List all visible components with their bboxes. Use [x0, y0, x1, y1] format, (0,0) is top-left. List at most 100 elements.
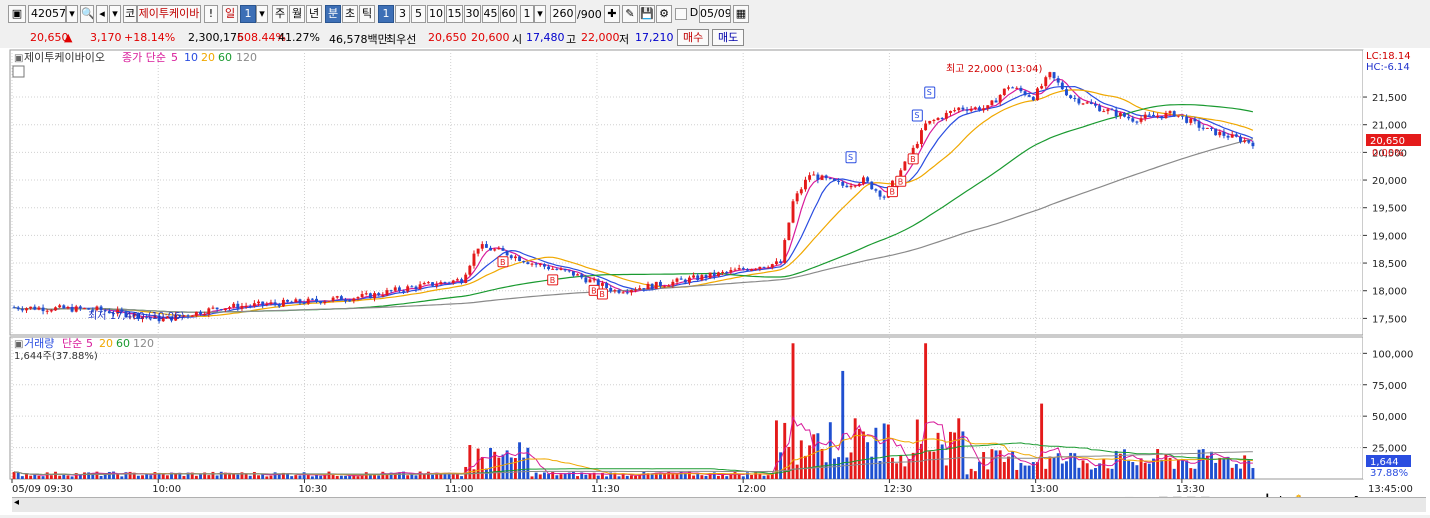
candle-body — [555, 268, 559, 270]
interval-15-button[interactable]: 15 — [446, 5, 463, 23]
volume-bar — [509, 457, 513, 479]
candle-body — [704, 275, 708, 279]
period-tick-button[interactable]: 틱 — [359, 5, 375, 23]
horizontal-scrollbar[interactable]: ◂ — [12, 497, 1426, 512]
volume-bar — [49, 475, 53, 479]
candle-body — [828, 178, 832, 180]
candle-body — [1089, 102, 1093, 104]
candle-body — [1168, 111, 1172, 113]
volume-bar — [1214, 462, 1218, 479]
volume-panel-title: 거래량 — [24, 337, 54, 350]
candle-body — [625, 292, 629, 294]
ma5-label: 5 — [171, 51, 178, 64]
candle-body — [642, 288, 646, 290]
interval-60-button[interactable]: 60 — [500, 5, 517, 23]
candle-body — [803, 179, 807, 190]
candle-body — [1081, 103, 1085, 105]
candle-body — [439, 282, 443, 285]
indicator-icon[interactable]: ✚ — [604, 5, 620, 23]
candle-body — [870, 181, 874, 190]
candle-body — [315, 298, 318, 302]
code-dropdown-icon[interactable]: ▾ — [66, 5, 78, 23]
volume-bar — [1044, 468, 1048, 479]
candle-body — [1044, 77, 1048, 87]
candle-body — [1234, 134, 1238, 137]
volume-bar — [725, 476, 729, 479]
candle-body — [708, 272, 712, 279]
volume-bar — [356, 476, 360, 479]
volume-bar — [957, 418, 961, 479]
stock-chart-svg[interactable]: BBB BBBBSSS 21,50021,00020,50020,00019,50… — [0, 48, 1430, 515]
candle-body — [451, 280, 455, 283]
scroll-left-arrow-icon[interactable]: ◂ — [14, 497, 19, 508]
period-second-button[interactable]: 초 — [342, 5, 358, 23]
period-count-field[interactable]: 1 — [240, 5, 256, 23]
alert-icon[interactable]: ! — [204, 5, 218, 23]
period-week-button[interactable]: 주 — [272, 5, 288, 23]
volume-bar — [629, 475, 633, 479]
settings-gear-icon[interactable]: ⚙ — [656, 5, 672, 23]
stock-name-field[interactable]: 제이투케이바 — [137, 5, 201, 23]
period-month-button[interactable]: 월 — [289, 5, 305, 23]
interval-5-button[interactable]: 5 — [411, 5, 426, 23]
volume-bar — [882, 423, 886, 479]
interval-1-button[interactable]: 1 — [378, 5, 394, 23]
volume-bar — [1060, 463, 1064, 479]
time-tick-label: 05/09 09:30 — [12, 484, 73, 495]
volume-bar — [1089, 469, 1093, 479]
candle-body — [1036, 88, 1039, 101]
volume-panel-move-icon[interactable]: ▣ — [14, 339, 23, 350]
grid-toggle-icon[interactable] — [12, 65, 25, 78]
candle-body — [443, 282, 447, 284]
interval-30-button[interactable]: 30 — [464, 5, 481, 23]
candle-body — [319, 301, 323, 304]
period-dropdown-icon[interactable]: ▾ — [256, 5, 268, 23]
stock-code-input[interactable]: 420570 — [28, 5, 66, 23]
candle-body — [762, 266, 766, 268]
count-dropdown-icon[interactable]: ▾ — [534, 5, 546, 23]
volume-bar — [1019, 462, 1023, 479]
period-year-button[interactable]: 년 — [306, 5, 322, 23]
calendar-icon[interactable]: ▦ — [733, 5, 749, 23]
volume-bar — [273, 472, 277, 479]
candle-body — [874, 189, 878, 191]
candle-body — [344, 300, 347, 302]
candle-body — [1031, 96, 1035, 101]
volume-bar — [422, 474, 426, 479]
history-back-icon[interactable]: ◂ — [96, 5, 108, 23]
interval-45-button[interactable]: 45 — [482, 5, 499, 23]
chart-menu-icon[interactable]: ▣ — [8, 5, 26, 23]
buy-button[interactable]: 매수 — [677, 29, 710, 46]
candle-body — [265, 303, 269, 305]
search-icon[interactable]: 🔍 — [80, 5, 94, 23]
volume-bar — [845, 457, 849, 479]
volume-bar — [1110, 468, 1114, 479]
volume-bar — [1160, 459, 1164, 479]
display-count-input[interactable]: 260 — [550, 5, 576, 23]
candle-body — [745, 269, 749, 271]
date-input[interactable]: 05/09 — [699, 5, 731, 23]
price-panel-bg — [9, 49, 1364, 336]
candle-body — [497, 248, 501, 250]
candle-body — [841, 181, 845, 186]
volume-bar — [236, 474, 240, 479]
history-dropdown-icon[interactable]: ▾ — [109, 5, 121, 23]
volume-bar — [78, 475, 82, 479]
interval-10-button[interactable]: 10 — [427, 5, 445, 23]
vol-ma20-label: 20 — [99, 337, 113, 350]
date-checkbox[interactable] — [675, 8, 687, 20]
candle-body — [54, 307, 57, 311]
period-minute-button[interactable]: 분 — [325, 5, 341, 23]
draw-tool-icon[interactable]: ✎ — [622, 5, 638, 23]
candle-body — [1218, 131, 1222, 136]
chart-area[interactable]: BBBBBBBSSS 21,500 21,000 20,500 20,000 19,50… — [0, 48, 1430, 515]
save-icon[interactable]: 💾 — [639, 5, 655, 23]
candle-body — [1085, 102, 1089, 104]
volume-bar — [1147, 463, 1151, 479]
period-day-button[interactable]: 일 — [222, 5, 238, 23]
panel-move-icon[interactable]: ▣ — [14, 53, 23, 64]
count-input[interactable]: 1 — [520, 5, 534, 23]
sell-button[interactable]: 매도 — [712, 29, 745, 46]
volume-bar — [120, 476, 124, 479]
interval-3-button[interactable]: 3 — [395, 5, 410, 23]
